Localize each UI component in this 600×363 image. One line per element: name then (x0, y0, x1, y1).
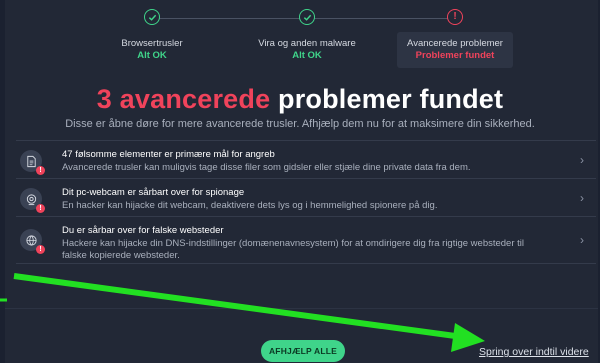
step-advanced-problems: Avancerede problemer Problemer fundet (397, 38, 513, 62)
step-browser-threats: Browsertrusler Alt OK (92, 38, 212, 62)
problem-title: Dit pc-webcam er sårbart over for spiona… (62, 187, 245, 198)
page-title: 3 avancerede problemer fundet (0, 84, 600, 115)
chevron-right-icon: › (580, 191, 584, 205)
chevron-right-icon: › (580, 153, 584, 167)
problem-description: Avancerede trusler kan muligvis tage dis… (62, 162, 471, 173)
problem-item-webcam[interactable]: ! Dit pc-webcam er sårbart over for spio… (16, 178, 596, 216)
step-3-alert-icon: ! (447, 9, 463, 25)
globe-icon: ! (20, 229, 45, 254)
problem-item-sensitive-files[interactable]: ! 47 følsomme elementer er primære mål f… (16, 140, 596, 178)
chevron-right-icon: › (580, 233, 584, 247)
warning-badge-icon: ! (36, 166, 45, 175)
step-label: Vira og anden malware (258, 38, 356, 49)
step-status: Problemer fundet (415, 50, 495, 61)
webcam-icon: ! (20, 188, 45, 213)
step-status: Alt OK (292, 50, 322, 61)
title-rest: problemer fundet (278, 84, 504, 114)
step-label: Avancerede problemer (407, 38, 503, 49)
warning-badge-icon: ! (36, 245, 45, 254)
step-malware: Vira og anden malware Alt OK (245, 38, 369, 62)
problem-item-dns[interactable]: ! Du er sårbar over for falske websteder… (16, 216, 596, 264)
problem-description: En hacker kan hijacke dit webcam, deakti… (62, 200, 438, 211)
step-label: Browsertrusler (121, 38, 183, 49)
problem-title: Du er sårbar over for falske websteder (62, 225, 224, 236)
page-subtitle: Disse er åbne døre for mere avancerede t… (65, 118, 535, 130)
footer-divider (5, 308, 598, 309)
document-icon: ! (20, 150, 45, 175)
step-2-check-icon (299, 9, 315, 25)
problem-count: 3 avancerede (96, 84, 271, 114)
step-1-check-icon (144, 9, 160, 25)
problem-description: Hackere kan hijacke din DNS-indstillinge… (62, 238, 525, 261)
problem-list: ! 47 følsomme elementer er primære mål f… (16, 140, 596, 264)
skip-for-now-link[interactable]: Spring over indtil videre (479, 346, 589, 358)
step-status: Alt OK (137, 50, 167, 61)
warning-badge-icon: ! (36, 204, 45, 213)
problem-title: 47 følsomme elementer er primære mål for… (62, 149, 275, 160)
fix-all-button[interactable]: AFHJÆLP ALLE (261, 340, 345, 362)
